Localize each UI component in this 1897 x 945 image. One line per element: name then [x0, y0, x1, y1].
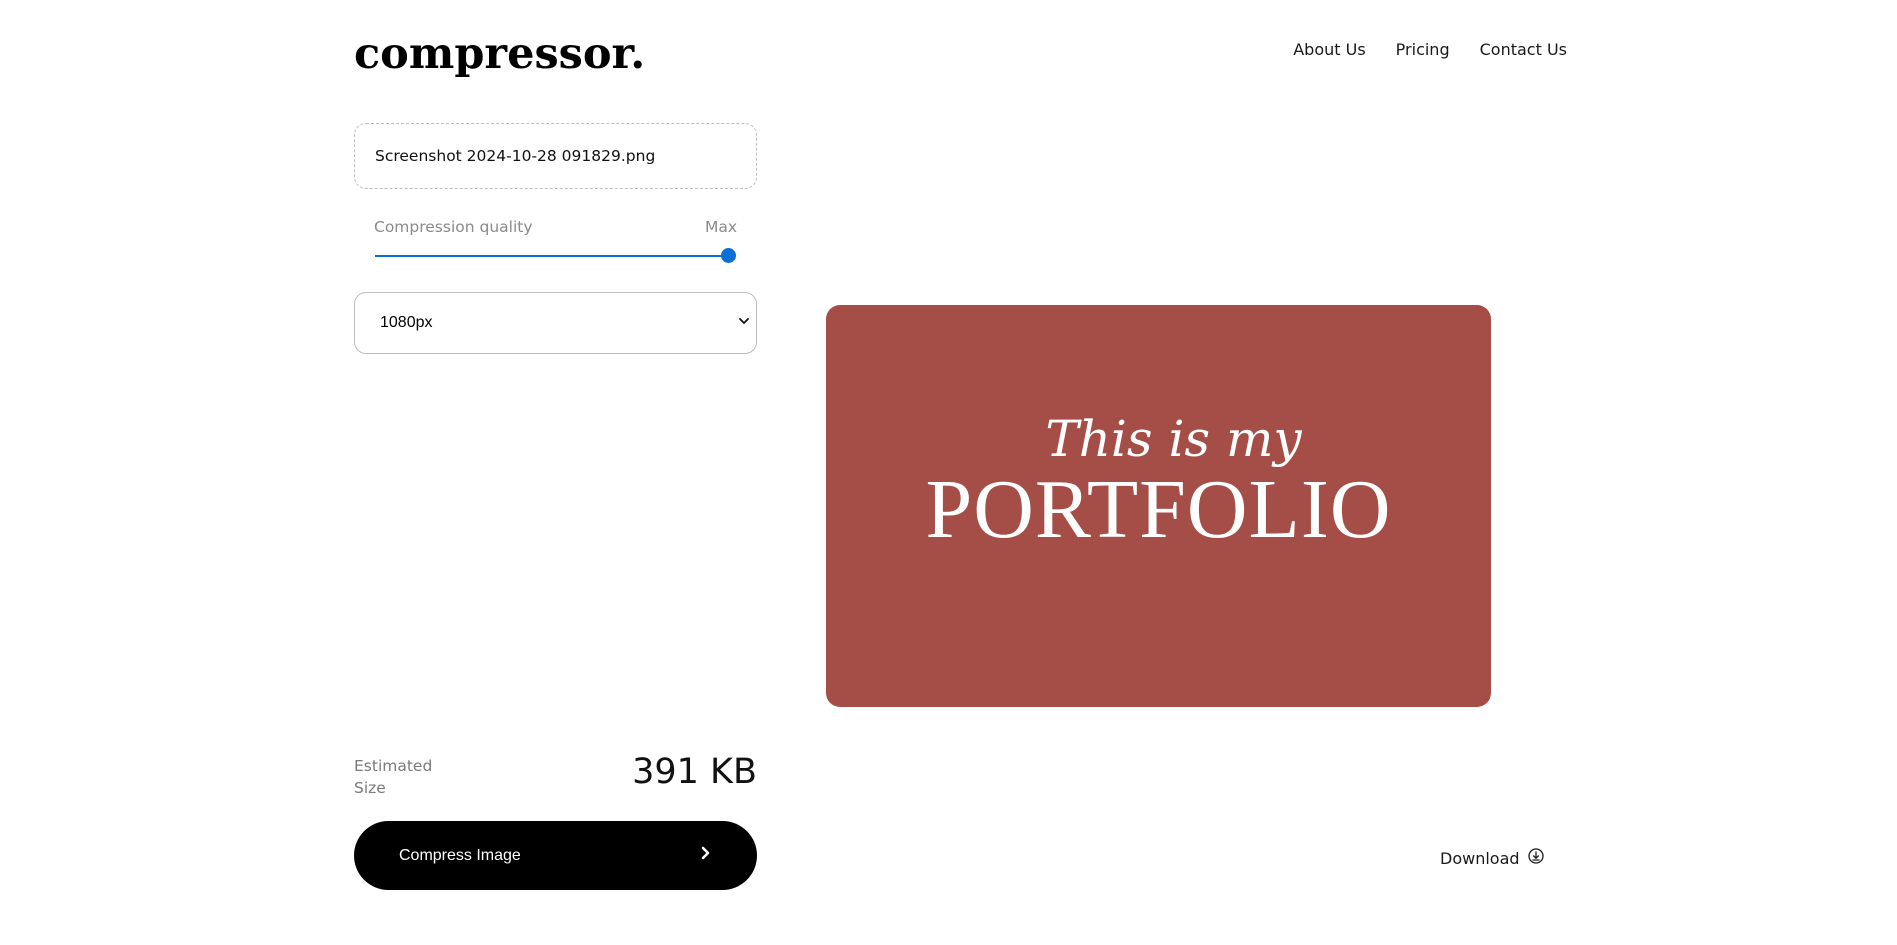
file-name: Screenshot 2024-10-28 091829.png: [375, 147, 656, 165]
quality-slider-thumb[interactable]: [721, 248, 736, 263]
estimated-size-value: 391 KB: [632, 752, 757, 792]
preview-title-text: PORTFOLIO: [925, 463, 1392, 556]
quality-slider-track[interactable]: [375, 255, 733, 257]
nav-contact-us[interactable]: Contact Us: [1480, 40, 1567, 59]
compress-button-label: Compress Image: [399, 846, 521, 864]
resolution-selected: 1080px: [380, 314, 433, 331]
download-icon: [1527, 848, 1544, 868]
chevron-right-icon: [698, 846, 712, 865]
file-upload-field[interactable]: Screenshot 2024-10-28 091829.png: [354, 123, 757, 189]
nav-pricing[interactable]: Pricing: [1396, 40, 1450, 59]
compress-image-button[interactable]: Compress Image: [354, 821, 757, 890]
quality-value: Max: [704, 218, 737, 236]
resolution-select[interactable]: 1080px: [354, 292, 757, 354]
quality-label: Compression quality: [374, 218, 533, 236]
chevron-down-icon: [737, 314, 751, 333]
quality-label-row: Compression quality Max: [374, 218, 737, 236]
download-button[interactable]: Download: [1440, 848, 1544, 868]
nav-about-us[interactable]: About Us: [1293, 40, 1365, 59]
logo[interactable]: compressor.: [354, 24, 645, 84]
download-label: Download: [1440, 848, 1520, 868]
estimated-size-label: Estimated Size: [354, 757, 433, 797]
image-preview: This is my PORTFOLIO: [826, 305, 1491, 707]
top-nav: About Us Pricing Contact Us: [1293, 40, 1567, 59]
preview-script-text: This is my: [1045, 410, 1302, 468]
